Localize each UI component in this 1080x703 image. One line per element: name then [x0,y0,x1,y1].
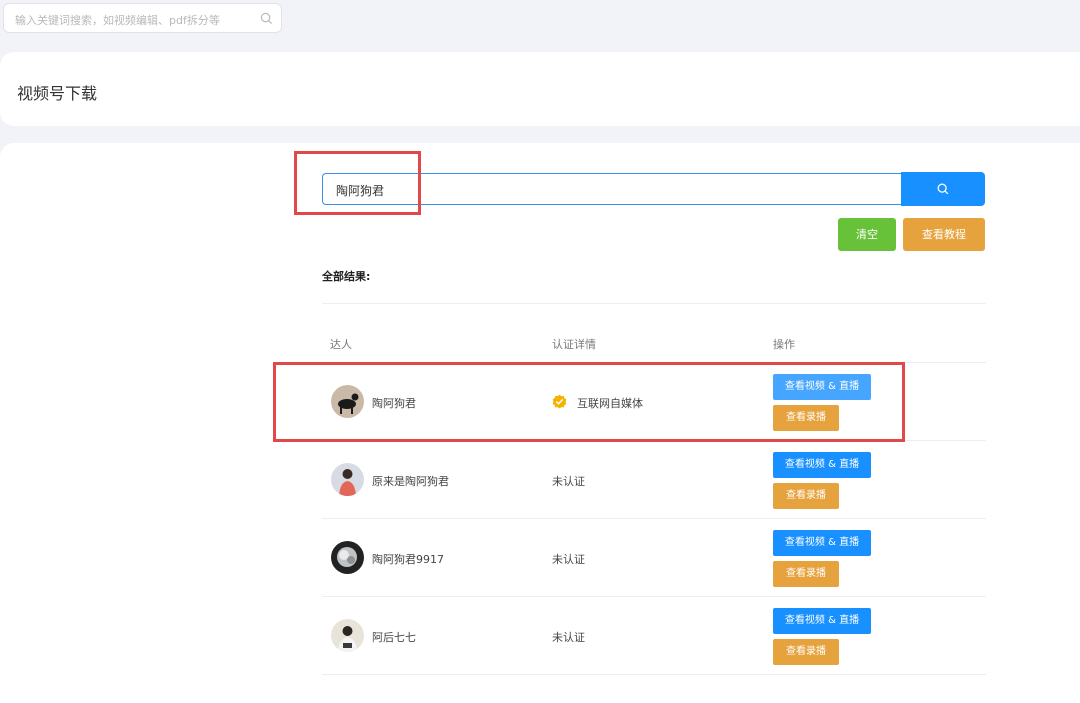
search-icon[interactable] [260,12,273,25]
row-divider [322,674,986,675]
table-row: 陶阿狗君9917 未认证 查看视频 & 直播 查看录播 [322,519,986,597]
table-row: 阿后七七 未认证 查看视频 & 直播 查看录播 [322,597,986,675]
avatar [331,463,364,496]
avatar [331,541,364,574]
creator-name: 原来是陶阿狗君 [372,475,449,488]
results-label: 全部结果: [322,270,371,283]
view-recordings-button[interactable]: 查看录播 [773,483,839,509]
view-recordings-button[interactable]: 查看录播 [773,639,839,665]
avatar [331,619,364,652]
creator-name: 阿后七七 [372,631,416,644]
tutorial-button[interactable]: 查看教程 [903,218,985,251]
clear-button[interactable]: 清空 [838,218,896,251]
global-search-placeholder: 输入关键词搜索，如视频编辑、pdf拆分等 [15,14,220,27]
global-search-input[interactable]: 输入关键词搜索，如视频编辑、pdf拆分等 [3,3,282,33]
view-videos-live-button[interactable]: 查看视频 & 直播 [773,608,871,634]
certification-detail: 未认证 [552,553,585,566]
column-header-certification: 认证详情 [552,338,596,351]
search-icon [937,183,949,195]
column-header-actions: 操作 [773,338,795,351]
results-divider [322,303,986,304]
view-videos-live-button[interactable]: 查看视频 & 直播 [773,452,871,478]
title-panel: 视频号下载 [0,52,1080,126]
column-header-creator: 达人 [330,338,352,351]
highlight-box-first-result [273,362,905,442]
creator-name: 陶阿狗君9917 [372,553,444,566]
certification-detail: 未认证 [552,631,585,644]
view-videos-live-button[interactable]: 查看视频 & 直播 [773,530,871,556]
page-title: 视频号下载 [17,84,98,103]
certification-detail: 未认证 [552,475,585,488]
table-row: 原来是陶阿狗君 未认证 查看视频 & 直播 查看录播 [322,441,986,519]
search-button[interactable] [901,172,985,206]
view-recordings-button[interactable]: 查看录播 [773,561,839,587]
highlight-box-search [294,151,421,215]
